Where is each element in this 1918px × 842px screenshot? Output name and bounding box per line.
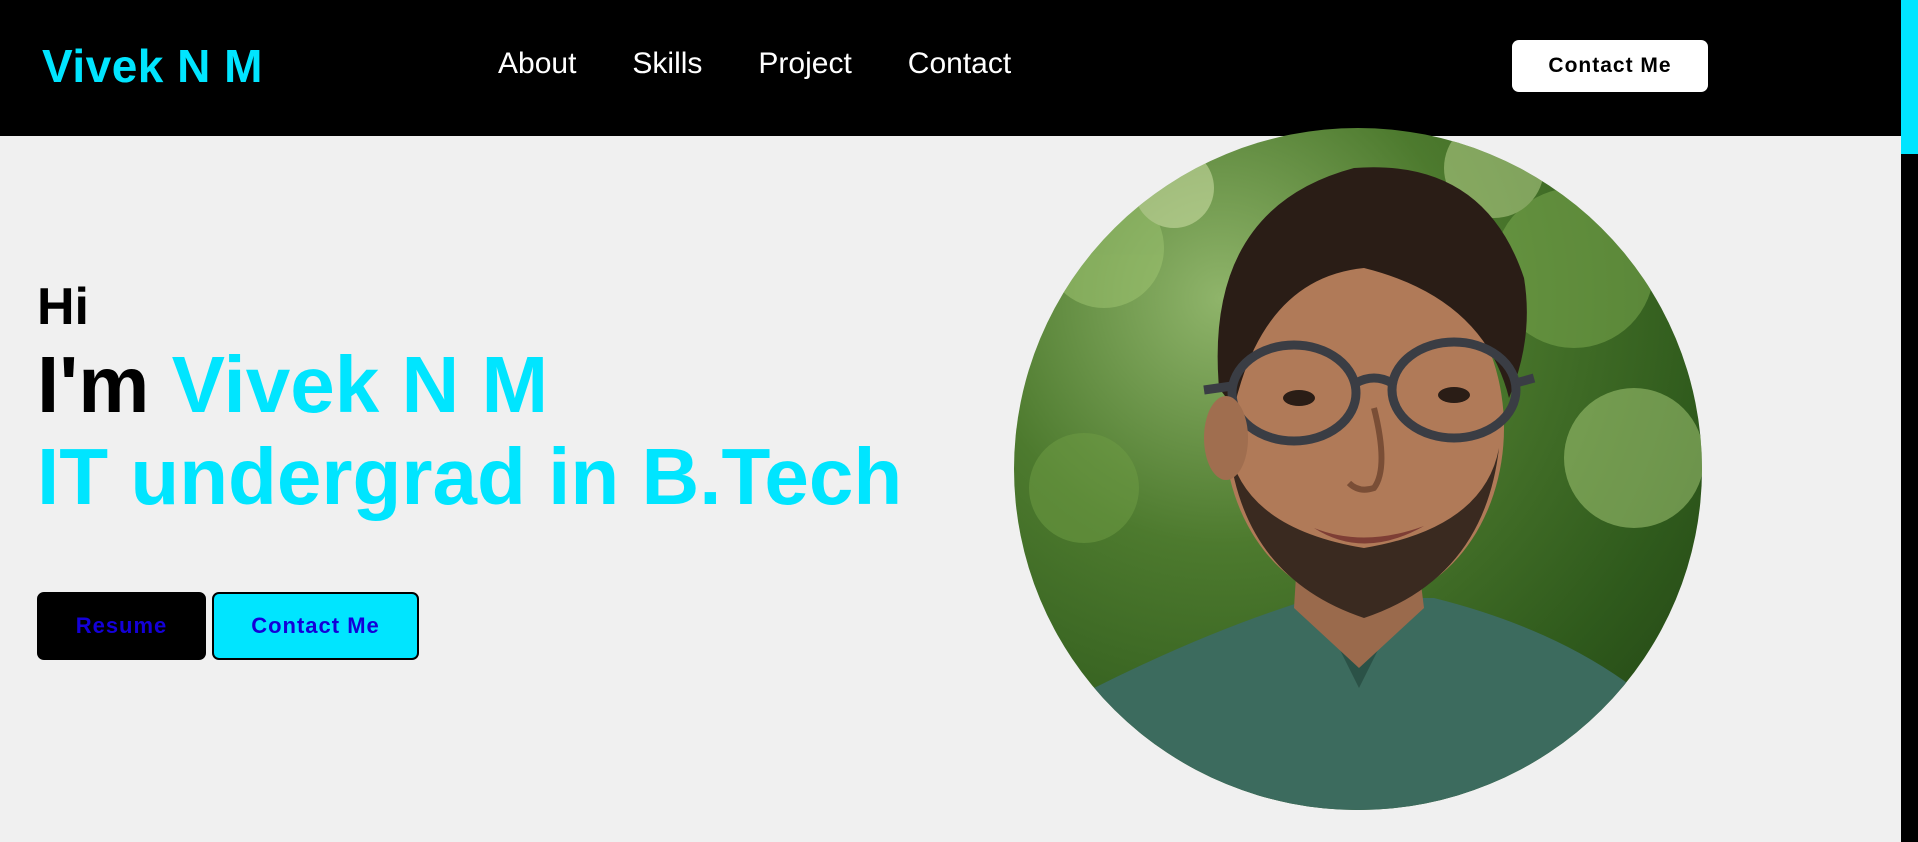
hero-greeting: Hi [37, 278, 89, 336]
hero-buttons: Resume Contact Me [37, 592, 419, 660]
top-navbar: Vivek N M About Skills Project Contact C… [0, 0, 1901, 136]
profile-photo-illustration [1029, 128, 1702, 810]
brand-logo[interactable]: Vivek N M [42, 39, 263, 93]
nav-links: About Skills Project Contact [498, 44, 1067, 84]
hero-name-prefix: I'm [37, 340, 150, 429]
hero-name-line: I'm Vivek N M [37, 340, 548, 430]
nav-link-project[interactable]: Project [758, 44, 851, 84]
nav-link-about[interactable]: About [498, 44, 576, 84]
resume-button[interactable]: Resume [37, 592, 206, 660]
scrollbar[interactable] [1901, 0, 1918, 842]
contact-me-nav-button[interactable]: Contact Me [1512, 40, 1708, 92]
scrollbar-thumb[interactable] [1901, 0, 1918, 154]
hero-name: Vivek N M [171, 340, 549, 429]
nav-link-skills[interactable]: Skills [632, 44, 702, 84]
contact-me-button[interactable]: Contact Me [212, 592, 419, 660]
hero-role: IT undergrad in B.Tech [37, 432, 903, 521]
profile-photo [1014, 128, 1702, 810]
nav-link-contact[interactable]: Contact [908, 44, 1011, 84]
